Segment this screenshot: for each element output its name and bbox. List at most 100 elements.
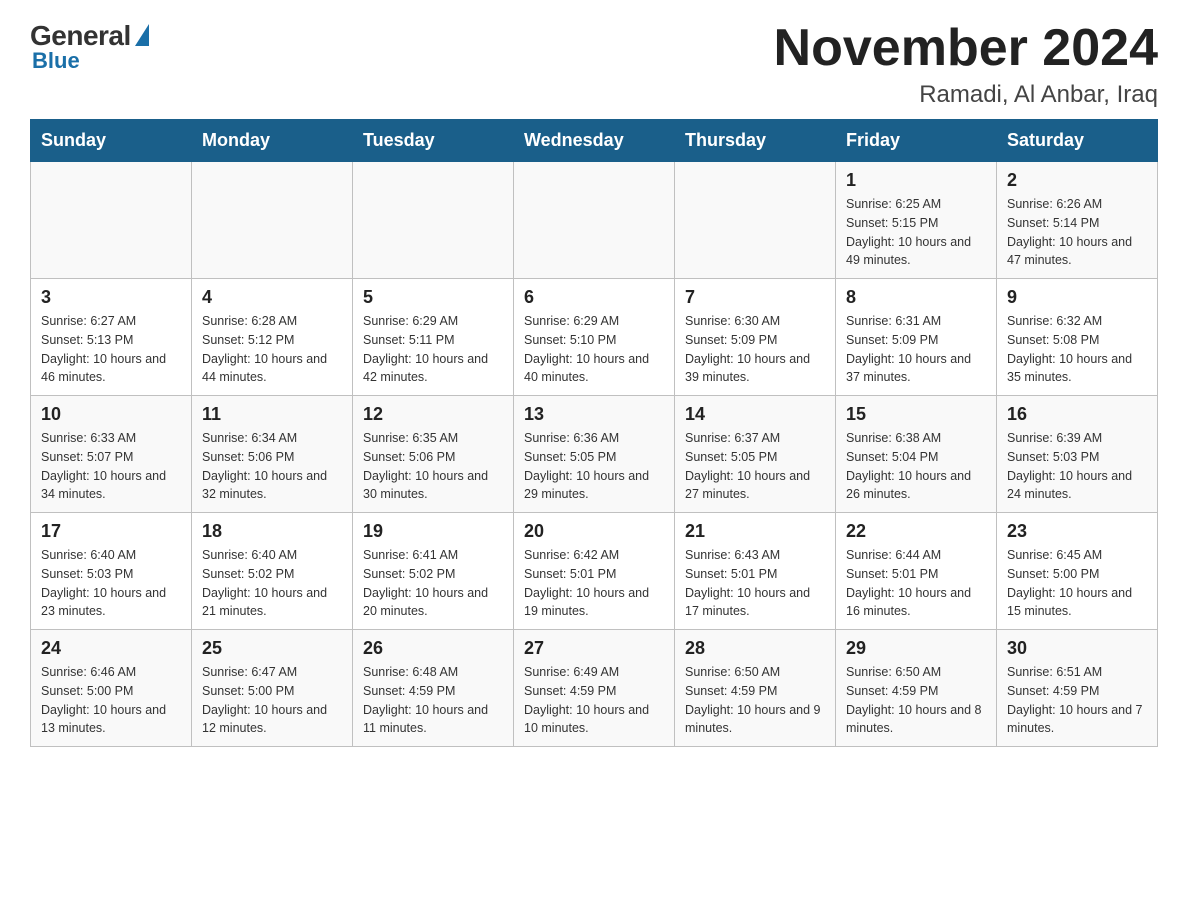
day-info: Sunrise: 6:51 AMSunset: 4:59 PMDaylight:…: [1007, 663, 1147, 738]
day-header-tuesday: Tuesday: [353, 120, 514, 162]
day-info: Sunrise: 6:38 AMSunset: 5:04 PMDaylight:…: [846, 429, 986, 504]
day-info: Sunrise: 6:34 AMSunset: 5:06 PMDaylight:…: [202, 429, 342, 504]
calendar-table: SundayMondayTuesdayWednesdayThursdayFrid…: [30, 119, 1158, 747]
day-number: 23: [1007, 521, 1147, 542]
day-info: Sunrise: 6:27 AMSunset: 5:13 PMDaylight:…: [41, 312, 181, 387]
day-info: Sunrise: 6:30 AMSunset: 5:09 PMDaylight:…: [685, 312, 825, 387]
calendar-cell: 20 Sunrise: 6:42 AMSunset: 5:01 PMDayligh…: [514, 513, 675, 630]
day-info: Sunrise: 6:46 AMSunset: 5:00 PMDaylight:…: [41, 663, 181, 738]
calendar-cell: 5 Sunrise: 6:29 AMSunset: 5:11 PMDaylight…: [353, 279, 514, 396]
day-info: Sunrise: 6:26 AMSunset: 5:14 PMDaylight:…: [1007, 195, 1147, 270]
calendar-cell: 2 Sunrise: 6:26 AMSunset: 5:14 PMDaylight…: [997, 162, 1158, 279]
day-info: Sunrise: 6:33 AMSunset: 5:07 PMDaylight:…: [41, 429, 181, 504]
day-info: Sunrise: 6:28 AMSunset: 5:12 PMDaylight:…: [202, 312, 342, 387]
calendar-cell: [675, 162, 836, 279]
day-info: Sunrise: 6:45 AMSunset: 5:00 PMDaylight:…: [1007, 546, 1147, 621]
day-number: 24: [41, 638, 181, 659]
calendar-cell: 7 Sunrise: 6:30 AMSunset: 5:09 PMDaylight…: [675, 279, 836, 396]
day-number: 17: [41, 521, 181, 542]
day-info: Sunrise: 6:39 AMSunset: 5:03 PMDaylight:…: [1007, 429, 1147, 504]
calendar-cell: 4 Sunrise: 6:28 AMSunset: 5:12 PMDaylight…: [192, 279, 353, 396]
calendar-cell: [514, 162, 675, 279]
day-info: Sunrise: 6:32 AMSunset: 5:08 PMDaylight:…: [1007, 312, 1147, 387]
day-number: 27: [524, 638, 664, 659]
day-header-thursday: Thursday: [675, 120, 836, 162]
day-info: Sunrise: 6:50 AMSunset: 4:59 PMDaylight:…: [846, 663, 986, 738]
calendar-cell: 21 Sunrise: 6:43 AMSunset: 5:01 PMDayligh…: [675, 513, 836, 630]
day-info: Sunrise: 6:47 AMSunset: 5:00 PMDaylight:…: [202, 663, 342, 738]
logo: General Blue: [30, 20, 149, 74]
logo-triangle-icon: [135, 24, 149, 46]
day-number: 5: [363, 287, 503, 308]
day-info: Sunrise: 6:50 AMSunset: 4:59 PMDaylight:…: [685, 663, 825, 738]
day-number: 19: [363, 521, 503, 542]
calendar-cell: 27 Sunrise: 6:49 AMSunset: 4:59 PMDayligh…: [514, 630, 675, 747]
day-header-wednesday: Wednesday: [514, 120, 675, 162]
day-info: Sunrise: 6:42 AMSunset: 5:01 PMDaylight:…: [524, 546, 664, 621]
day-number: 16: [1007, 404, 1147, 425]
calendar-cell: [31, 162, 192, 279]
calendar-cell: 11 Sunrise: 6:34 AMSunset: 5:06 PMDayligh…: [192, 396, 353, 513]
calendar-title: November 2024: [774, 20, 1158, 77]
calendar-cell: 10 Sunrise: 6:33 AMSunset: 5:07 PMDayligh…: [31, 396, 192, 513]
day-header-friday: Friday: [836, 120, 997, 162]
day-number: 28: [685, 638, 825, 659]
day-number: 14: [685, 404, 825, 425]
day-number: 22: [846, 521, 986, 542]
calendar-cell: 28 Sunrise: 6:50 AMSunset: 4:59 PMDayligh…: [675, 630, 836, 747]
day-number: 10: [41, 404, 181, 425]
day-info: Sunrise: 6:41 AMSunset: 5:02 PMDaylight:…: [363, 546, 503, 621]
calendar-cell: 8Sunrise: 6:31 AMSunset: 5:09 PMDaylight…: [836, 279, 997, 396]
day-number: 13: [524, 404, 664, 425]
day-info: Sunrise: 6:44 AMSunset: 5:01 PMDaylight:…: [846, 546, 986, 621]
day-number: 9: [1007, 287, 1147, 308]
calendar-cell: 3 Sunrise: 6:27 AMSunset: 5:13 PMDaylight…: [31, 279, 192, 396]
day-number: 26: [363, 638, 503, 659]
calendar-cell: 19 Sunrise: 6:41 AMSunset: 5:02 PMDayligh…: [353, 513, 514, 630]
calendar-cell: 1 Sunrise: 6:25 AMSunset: 5:15 PMDaylight…: [836, 162, 997, 279]
day-number: 30: [1007, 638, 1147, 659]
day-info: Sunrise: 6:25 AMSunset: 5:15 PMDaylight:…: [846, 195, 986, 270]
day-info: Sunrise: 6:36 AMSunset: 5:05 PMDaylight:…: [524, 429, 664, 504]
calendar-cell: 13 Sunrise: 6:36 AMSunset: 5:05 PMDayligh…: [514, 396, 675, 513]
day-number: 3: [41, 287, 181, 308]
day-number: 21: [685, 521, 825, 542]
calendar-cell: 15Sunrise: 6:38 AMSunset: 5:04 PMDayligh…: [836, 396, 997, 513]
day-number: 2: [1007, 170, 1147, 191]
day-info: Sunrise: 6:35 AMSunset: 5:06 PMDaylight:…: [363, 429, 503, 504]
day-number: 6: [524, 287, 664, 308]
day-number: 1: [846, 170, 986, 191]
day-info: Sunrise: 6:40 AMSunset: 5:03 PMDaylight:…: [41, 546, 181, 621]
title-block: November 2024 Ramadi, Al Anbar, Iraq: [774, 20, 1158, 109]
calendar-week-row: 3 Sunrise: 6:27 AMSunset: 5:13 PMDaylight…: [31, 279, 1158, 396]
calendar-cell: 9 Sunrise: 6:32 AMSunset: 5:08 PMDaylight…: [997, 279, 1158, 396]
day-number: 7: [685, 287, 825, 308]
day-number: 8: [846, 287, 986, 308]
calendar-cell: 25 Sunrise: 6:47 AMSunset: 5:00 PMDayligh…: [192, 630, 353, 747]
calendar-cell: 22 Sunrise: 6:44 AMSunset: 5:01 PMDayligh…: [836, 513, 997, 630]
calendar-cell: 16 Sunrise: 6:39 AMSunset: 5:03 PMDayligh…: [997, 396, 1158, 513]
day-header-monday: Monday: [192, 120, 353, 162]
calendar-cell: 14Sunrise: 6:37 AMSunset: 5:05 PMDayligh…: [675, 396, 836, 513]
day-info: Sunrise: 6:40 AMSunset: 5:02 PMDaylight:…: [202, 546, 342, 621]
day-info: Sunrise: 6:43 AMSunset: 5:01 PMDaylight:…: [685, 546, 825, 621]
day-header-saturday: Saturday: [997, 120, 1158, 162]
day-number: 11: [202, 404, 342, 425]
page-header: General Blue November 2024 Ramadi, Al An…: [30, 20, 1158, 109]
calendar-cell: 30 Sunrise: 6:51 AMSunset: 4:59 PMDayligh…: [997, 630, 1158, 747]
logo-blue-text: Blue: [32, 48, 80, 74]
day-info: Sunrise: 6:29 AMSunset: 5:11 PMDaylight:…: [363, 312, 503, 387]
calendar-cell: 24 Sunrise: 6:46 AMSunset: 5:00 PMDayligh…: [31, 630, 192, 747]
calendar-cell: 12Sunrise: 6:35 AMSunset: 5:06 PMDayligh…: [353, 396, 514, 513]
calendar-week-row: 1 Sunrise: 6:25 AMSunset: 5:15 PMDaylight…: [31, 162, 1158, 279]
calendar-cell: [353, 162, 514, 279]
calendar-week-row: 17 Sunrise: 6:40 AMSunset: 5:03 PMDayligh…: [31, 513, 1158, 630]
day-info: Sunrise: 6:49 AMSunset: 4:59 PMDaylight:…: [524, 663, 664, 738]
calendar-cell: [192, 162, 353, 279]
calendar-cell: 17 Sunrise: 6:40 AMSunset: 5:03 PMDayligh…: [31, 513, 192, 630]
day-number: 25: [202, 638, 342, 659]
calendar-cell: 23 Sunrise: 6:45 AMSunset: 5:00 PMDayligh…: [997, 513, 1158, 630]
day-number: 4: [202, 287, 342, 308]
day-number: 20: [524, 521, 664, 542]
calendar-subtitle: Ramadi, Al Anbar, Iraq: [774, 81, 1158, 109]
